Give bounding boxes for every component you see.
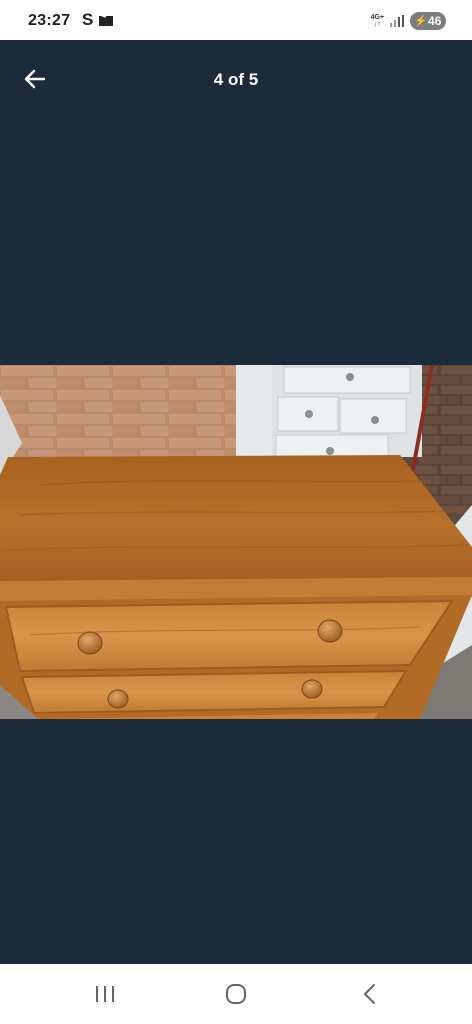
status-time: 23:27 xyxy=(28,12,71,29)
home-icon xyxy=(226,984,246,1004)
status-system-icons: 4G+ ↓↑ ⚡ 46 xyxy=(371,12,446,30)
image-viewer-header: 4 of 5 xyxy=(0,40,472,120)
battery-indicator: ⚡ 46 xyxy=(410,12,446,30)
battery-level: 46 xyxy=(428,14,442,28)
home-button[interactable] xyxy=(221,982,251,1006)
recents-button[interactable] xyxy=(90,982,120,1006)
status-bar: 23:27 S 4G+ ↓↑ ⚡ 46 xyxy=(0,0,472,40)
recents-icon xyxy=(96,986,114,1002)
image-position-counter: 4 of 5 xyxy=(213,70,259,89)
system-navigation-bar xyxy=(0,964,472,1024)
status-notification-icons: S xyxy=(82,10,114,29)
mail-icon xyxy=(99,16,114,26)
charging-bolt-icon: ⚡ xyxy=(414,15,428,27)
signal-icon xyxy=(390,15,404,27)
back-chevron-icon xyxy=(364,984,375,1004)
carrier-s-icon: S xyxy=(82,10,94,29)
listing-photo[interactable] xyxy=(0,365,472,719)
network-type-icon: 4G+ ↓↑ xyxy=(370,14,384,28)
system-back-button[interactable] xyxy=(354,982,384,1006)
chest-of-drawers-photo xyxy=(0,365,472,719)
